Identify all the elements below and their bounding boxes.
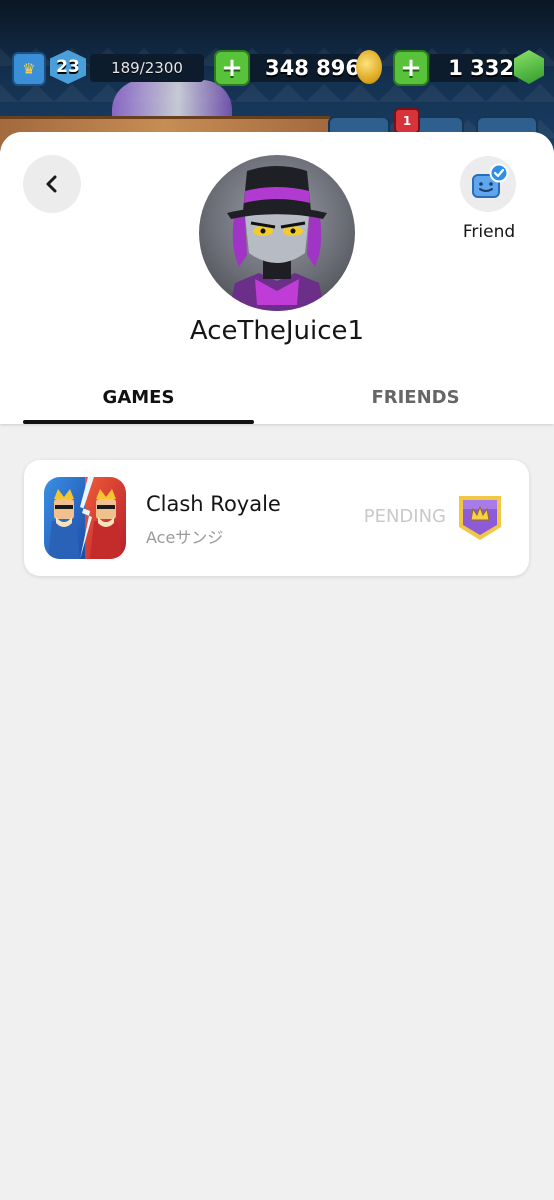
- friend-label: Friend: [462, 222, 516, 242]
- add-gold-button[interactable]: +: [214, 50, 250, 86]
- game-list-item[interactable]: Clash Royale Aceサンジ PENDING: [24, 460, 529, 576]
- hud-notification-badge: 1: [394, 108, 420, 134]
- friend-check-icon: [472, 163, 509, 198]
- clash-royale-app-icon: [44, 477, 126, 559]
- friend-button[interactable]: Friend: [450, 154, 528, 254]
- game-player-name: Aceサンジ: [146, 528, 224, 547]
- avatar: [199, 155, 355, 311]
- crown-shield-icon: [456, 493, 504, 543]
- chevron-left-icon: [46, 175, 57, 193]
- friend-icon-container: [460, 156, 516, 212]
- game-title: Clash Royale: [146, 492, 281, 516]
- hud-crown-icon[interactable]: ♛: [12, 52, 46, 86]
- profile-sheet: Friend AceTheJuice1 GAMES FRIENDS Clash …: [0, 132, 554, 1200]
- add-gems-button[interactable]: +: [393, 50, 429, 86]
- hud-gold-amount: 348 896: [250, 54, 364, 82]
- hud-gems-amount: 1 332: [430, 54, 518, 82]
- tab-friends[interactable]: FRIENDS: [300, 370, 531, 424]
- back-button[interactable]: [23, 155, 81, 213]
- gold-coin-icon: [356, 50, 382, 84]
- tab-games[interactable]: GAMES: [23, 370, 254, 424]
- active-tab-indicator: [23, 420, 254, 424]
- profile-username: AceTheJuice1: [189, 316, 365, 346]
- avatar-character-art: [227, 166, 327, 311]
- hud-xp-counter: 189/2300: [90, 54, 204, 82]
- game-status-badge: PENDING: [363, 506, 446, 527]
- profile-header: Friend AceTheJuice1 GAMES FRIENDS: [0, 132, 554, 424]
